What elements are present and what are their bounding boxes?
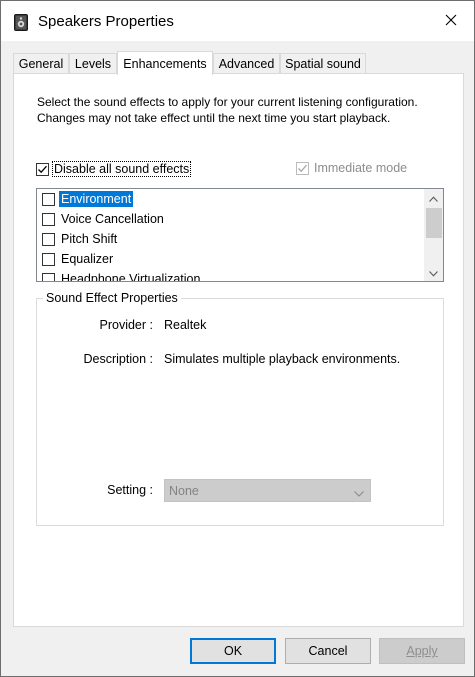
- effect-checkbox[interactable]: [42, 232, 55, 246]
- scroll-up-button[interactable]: [424, 189, 443, 206]
- setting-value: None: [169, 483, 199, 498]
- immediate-mode-label: Immediate mode: [314, 161, 408, 175]
- enhancements-panel: Select the sound effects to apply for yo…: [13, 73, 464, 627]
- effect-checkbox[interactable]: [42, 272, 55, 281]
- effect-label: Voice Cancellation: [61, 212, 164, 226]
- sound-effects-items: Environment Voice Cancellation Pitch Shi…: [37, 189, 422, 282]
- list-item[interactable]: Voice Cancellation: [37, 209, 422, 229]
- tab-enhancements[interactable]: Enhancements: [117, 51, 213, 75]
- close-button[interactable]: [428, 1, 474, 41]
- description-value: Simulates multiple playback environments…: [164, 352, 401, 366]
- setting-dropdown[interactable]: None: [164, 479, 371, 502]
- list-item[interactable]: Headphone Virtualization: [37, 269, 422, 282]
- chevron-up-icon: [429, 191, 438, 205]
- effect-checkbox[interactable]: [42, 212, 55, 226]
- tab-levels[interactable]: Levels: [69, 53, 117, 74]
- effect-checkbox[interactable]: [42, 252, 55, 266]
- tab-general[interactable]: General: [13, 53, 69, 74]
- speaker-icon: [14, 14, 28, 31]
- window-title: Speakers Properties: [38, 13, 174, 30]
- disable-all-checkbox-box[interactable]: [36, 162, 49, 176]
- effect-label: Headphone Virtualization: [61, 272, 201, 282]
- group-title: Sound Effect Properties: [43, 291, 181, 305]
- tab-strip: General Levels Enhancements Advanced Spa…: [13, 51, 463, 75]
- disable-all-checkbox[interactable]: Disable all sound effects: [36, 161, 192, 177]
- scroll-down-button[interactable]: [424, 264, 443, 281]
- immediate-mode-checkbox-box[interactable]: [296, 161, 309, 175]
- provider-label: Provider :: [99, 318, 154, 332]
- ok-button[interactable]: OK: [190, 638, 276, 664]
- disable-all-label: Disable all sound effects: [52, 161, 192, 177]
- list-item[interactable]: Pitch Shift: [37, 229, 422, 249]
- close-icon: [445, 14, 457, 29]
- apply-label: Apply: [406, 644, 438, 658]
- list-scrollbar[interactable]: [424, 189, 443, 281]
- chevron-down-icon: [429, 266, 438, 280]
- apply-button[interactable]: Apply: [379, 638, 465, 664]
- tab-advanced[interactable]: Advanced: [213, 53, 280, 74]
- enhancements-description: Select the sound effects to apply for yo…: [37, 95, 418, 125]
- description-label: Description :: [83, 352, 153, 366]
- list-item[interactable]: Environment: [37, 189, 422, 209]
- tab-spatial-sound[interactable]: Spatial sound: [280, 53, 366, 74]
- provider-value: Realtek: [164, 318, 207, 332]
- title-bar: Speakers Properties: [1, 1, 474, 41]
- cancel-button[interactable]: Cancel: [285, 638, 371, 664]
- sound-effects-list[interactable]: Environment Voice Cancellation Pitch Shi…: [36, 188, 444, 282]
- sound-effect-properties-group: Sound Effect Properties Provider : Realt…: [36, 291, 444, 526]
- scroll-thumb[interactable]: [426, 208, 442, 238]
- chevron-down-icon: [354, 486, 364, 500]
- setting-label: Setting :: [107, 483, 153, 497]
- effect-checkbox[interactable]: [42, 192, 55, 206]
- immediate-mode-checkbox[interactable]: Immediate mode: [296, 161, 407, 175]
- list-item[interactable]: Equalizer: [37, 249, 422, 269]
- effect-label: Pitch Shift: [61, 232, 118, 246]
- effect-label: Equalizer: [61, 252, 114, 266]
- properties-window: Speakers Properties General Levels Enhan…: [0, 0, 475, 677]
- effect-label: Environment: [59, 191, 134, 207]
